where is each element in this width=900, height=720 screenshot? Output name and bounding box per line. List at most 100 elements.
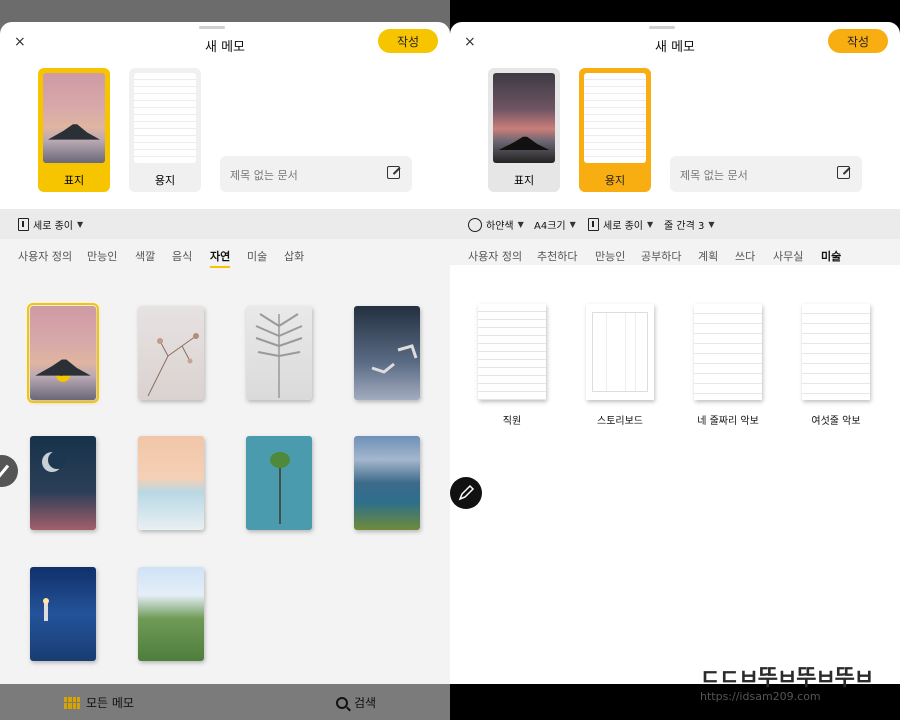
caret-down-icon: ▼ [569, 220, 576, 229]
drag-handle[interactable] [199, 26, 225, 29]
search-icon [336, 696, 348, 709]
cover-preview [493, 73, 555, 163]
color-dropdown[interactable]: 하얀색 ▼ [468, 217, 524, 232]
cover-card[interactable] [30, 567, 96, 661]
cover-card[interactable]: ✓ [27, 303, 99, 403]
paper-option[interactable]: 용지 [129, 68, 201, 192]
cover-card[interactable] [138, 567, 204, 661]
cover-card[interactable] [246, 436, 312, 530]
title-placeholder: 제목 없는 문서 [230, 169, 298, 182]
all-memos-button[interactable]: 모든 메모 [64, 694, 134, 711]
paper-card[interactable] [478, 304, 546, 400]
cover-card[interactable] [138, 436, 204, 530]
paper-label: 네 줄짜리 악보 [697, 416, 759, 427]
color-circle-icon [468, 217, 482, 232]
drag-handle[interactable] [649, 26, 675, 29]
options-bar: 하얀색 ▼ A4크기 ▼ 세로 종이 ▼ 줄 간격 3 ▼ [450, 209, 900, 239]
size-dropdown[interactable]: A4크기 ▼ [534, 217, 576, 232]
tab-nature[interactable]: 자연 [210, 248, 231, 268]
edit-icon[interactable] [837, 166, 850, 179]
grid-icon [64, 696, 80, 709]
template-area: 세로 종이 ▼ 사용자 정의 만능인 색깔 음식 자연 미술 삽화 ✓ [0, 209, 450, 684]
moon-icon [42, 451, 66, 472]
new-memo-sheet: × 새 메모 작성 표지 용지 제목 없는 문서 하얀색 ▼ A4크기 ▼ 세로… [450, 22, 900, 684]
orientation-label: 세로 종이 [33, 221, 73, 232]
tab-write[interactable]: 쓰다 [735, 248, 755, 264]
cover-preview [43, 73, 105, 163]
cover-option[interactable]: 표지 [38, 68, 110, 192]
bottom-nav: 모든 메모 검색 [0, 684, 450, 720]
tab-office[interactable]: 사무실 [773, 248, 803, 264]
paper-label: 여섯줄 악보 [811, 416, 861, 427]
tab-color[interactable]: 색깔 [135, 248, 155, 264]
color-label: 하얀색 [486, 221, 514, 232]
watermark: ㄷㄷㅂ뚜ㅂ뚜ㅂ뚜ㅂ https://idsam209.com [700, 660, 895, 715]
paper-preview [134, 73, 196, 163]
paper-label: 직원 [502, 416, 522, 427]
size-label: A4크기 [534, 221, 566, 232]
title-field[interactable]: 제목 없는 문서 [220, 156, 412, 192]
tab-study[interactable]: 공부하다 [641, 248, 681, 264]
caret-down-icon: ▼ [646, 220, 654, 229]
edit-icon[interactable] [387, 166, 400, 179]
orientation-label: 세로 종이 [603, 221, 643, 232]
category-tabs: 사용자 정의 추천하다 만능인 공부하다 계획 쓰다 사무실 미술 [450, 242, 900, 268]
right-panel: × 새 메모 작성 표지 용지 제목 없는 문서 하얀색 ▼ A4크기 ▼ 세로… [450, 0, 900, 720]
caret-down-icon: ▼ [517, 220, 524, 229]
paper-option[interactable]: 용지 [579, 68, 651, 192]
cover-option[interactable]: 표지 [488, 68, 560, 192]
tab-illustration[interactable]: 삽화 [284, 248, 304, 264]
paper-label: 스토리보드 [597, 416, 643, 427]
watermark-title: ㄷㄷㅂ뚜ㅂ뚜ㅂ뚜ㅂ [700, 666, 874, 691]
spacing-dropdown[interactable]: 줄 간격 3 ▼ [664, 217, 714, 232]
all-memos-label: 모든 메모 [86, 696, 134, 710]
paper-card[interactable] [802, 304, 870, 400]
orientation-dropdown[interactable]: 세로 종이 ▼ [18, 217, 83, 232]
pen-icon [458, 484, 475, 501]
portrait-icon [18, 218, 29, 231]
cover-card[interactable] [246, 306, 312, 400]
paper-label: 용지 [154, 174, 176, 187]
dried-flowers-icon [147, 333, 199, 397]
cover-label: 표지 [513, 174, 535, 187]
caret-down-icon: ▼ [708, 220, 715, 229]
cover-card[interactable] [354, 306, 420, 400]
paper-card[interactable] [694, 304, 762, 400]
paper-preview [584, 73, 646, 163]
options-bar: 세로 종이 ▼ [0, 209, 450, 239]
tab-recommended[interactable]: 추천하다 [537, 248, 577, 264]
cover-card[interactable] [354, 436, 420, 530]
cover-card[interactable] [30, 436, 96, 530]
category-tabs: 사용자 정의 만능인 색깔 음식 자연 미술 삽화 [0, 242, 450, 268]
check-icon: ✓ [56, 368, 70, 382]
tab-art[interactable]: 미술 [821, 248, 842, 268]
portrait-icon [588, 218, 599, 231]
seagull-icon [371, 344, 418, 374]
tab-custom[interactable]: 사용자 정의 [468, 248, 522, 264]
left-panel: × 새 메모 작성 표지 용지 제목 없는 문서 세로 종이 ▼ 사용자 정의 … [0, 0, 450, 720]
screen: × 새 메모 작성 표지 용지 제목 없는 문서 세로 종이 ▼ 사용자 정의 … [0, 0, 900, 720]
caret-down-icon: ▼ [76, 220, 84, 229]
tab-food[interactable]: 음식 [172, 248, 192, 264]
create-button[interactable]: 작성 [378, 29, 438, 53]
pen-fab-icon[interactable] [450, 477, 482, 509]
palm-leaf-icon [255, 313, 303, 398]
tab-art[interactable]: 미술 [247, 248, 267, 264]
create-button[interactable]: 작성 [828, 29, 888, 53]
cover-card[interactable] [138, 306, 204, 400]
new-memo-sheet: × 새 메모 작성 표지 용지 제목 없는 문서 세로 종이 ▼ 사용자 정의 … [0, 22, 450, 684]
title-placeholder: 제목 없는 문서 [680, 169, 748, 182]
template-area: 하얀색 ▼ A4크기 ▼ 세로 종이 ▼ 줄 간격 3 ▼ 사용자 정의 추천하… [450, 209, 900, 684]
title-field[interactable]: 제목 없는 문서 [670, 156, 862, 192]
tree-icon [270, 452, 290, 524]
paper-card[interactable] [586, 304, 654, 400]
search-label: 검색 [354, 696, 377, 710]
tab-custom[interactable]: 사용자 정의 [18, 248, 72, 264]
lighthouse-icon [43, 598, 49, 621]
tab-all-purpose[interactable]: 만능인 [595, 248, 625, 264]
tab-all-purpose[interactable]: 만능인 [87, 248, 117, 264]
search-button[interactable]: 검색 [336, 694, 376, 711]
orientation-dropdown[interactable]: 세로 종이 ▼ [588, 217, 653, 232]
dimmed-backdrop [0, 0, 450, 22]
tab-plan[interactable]: 계획 [698, 248, 718, 264]
